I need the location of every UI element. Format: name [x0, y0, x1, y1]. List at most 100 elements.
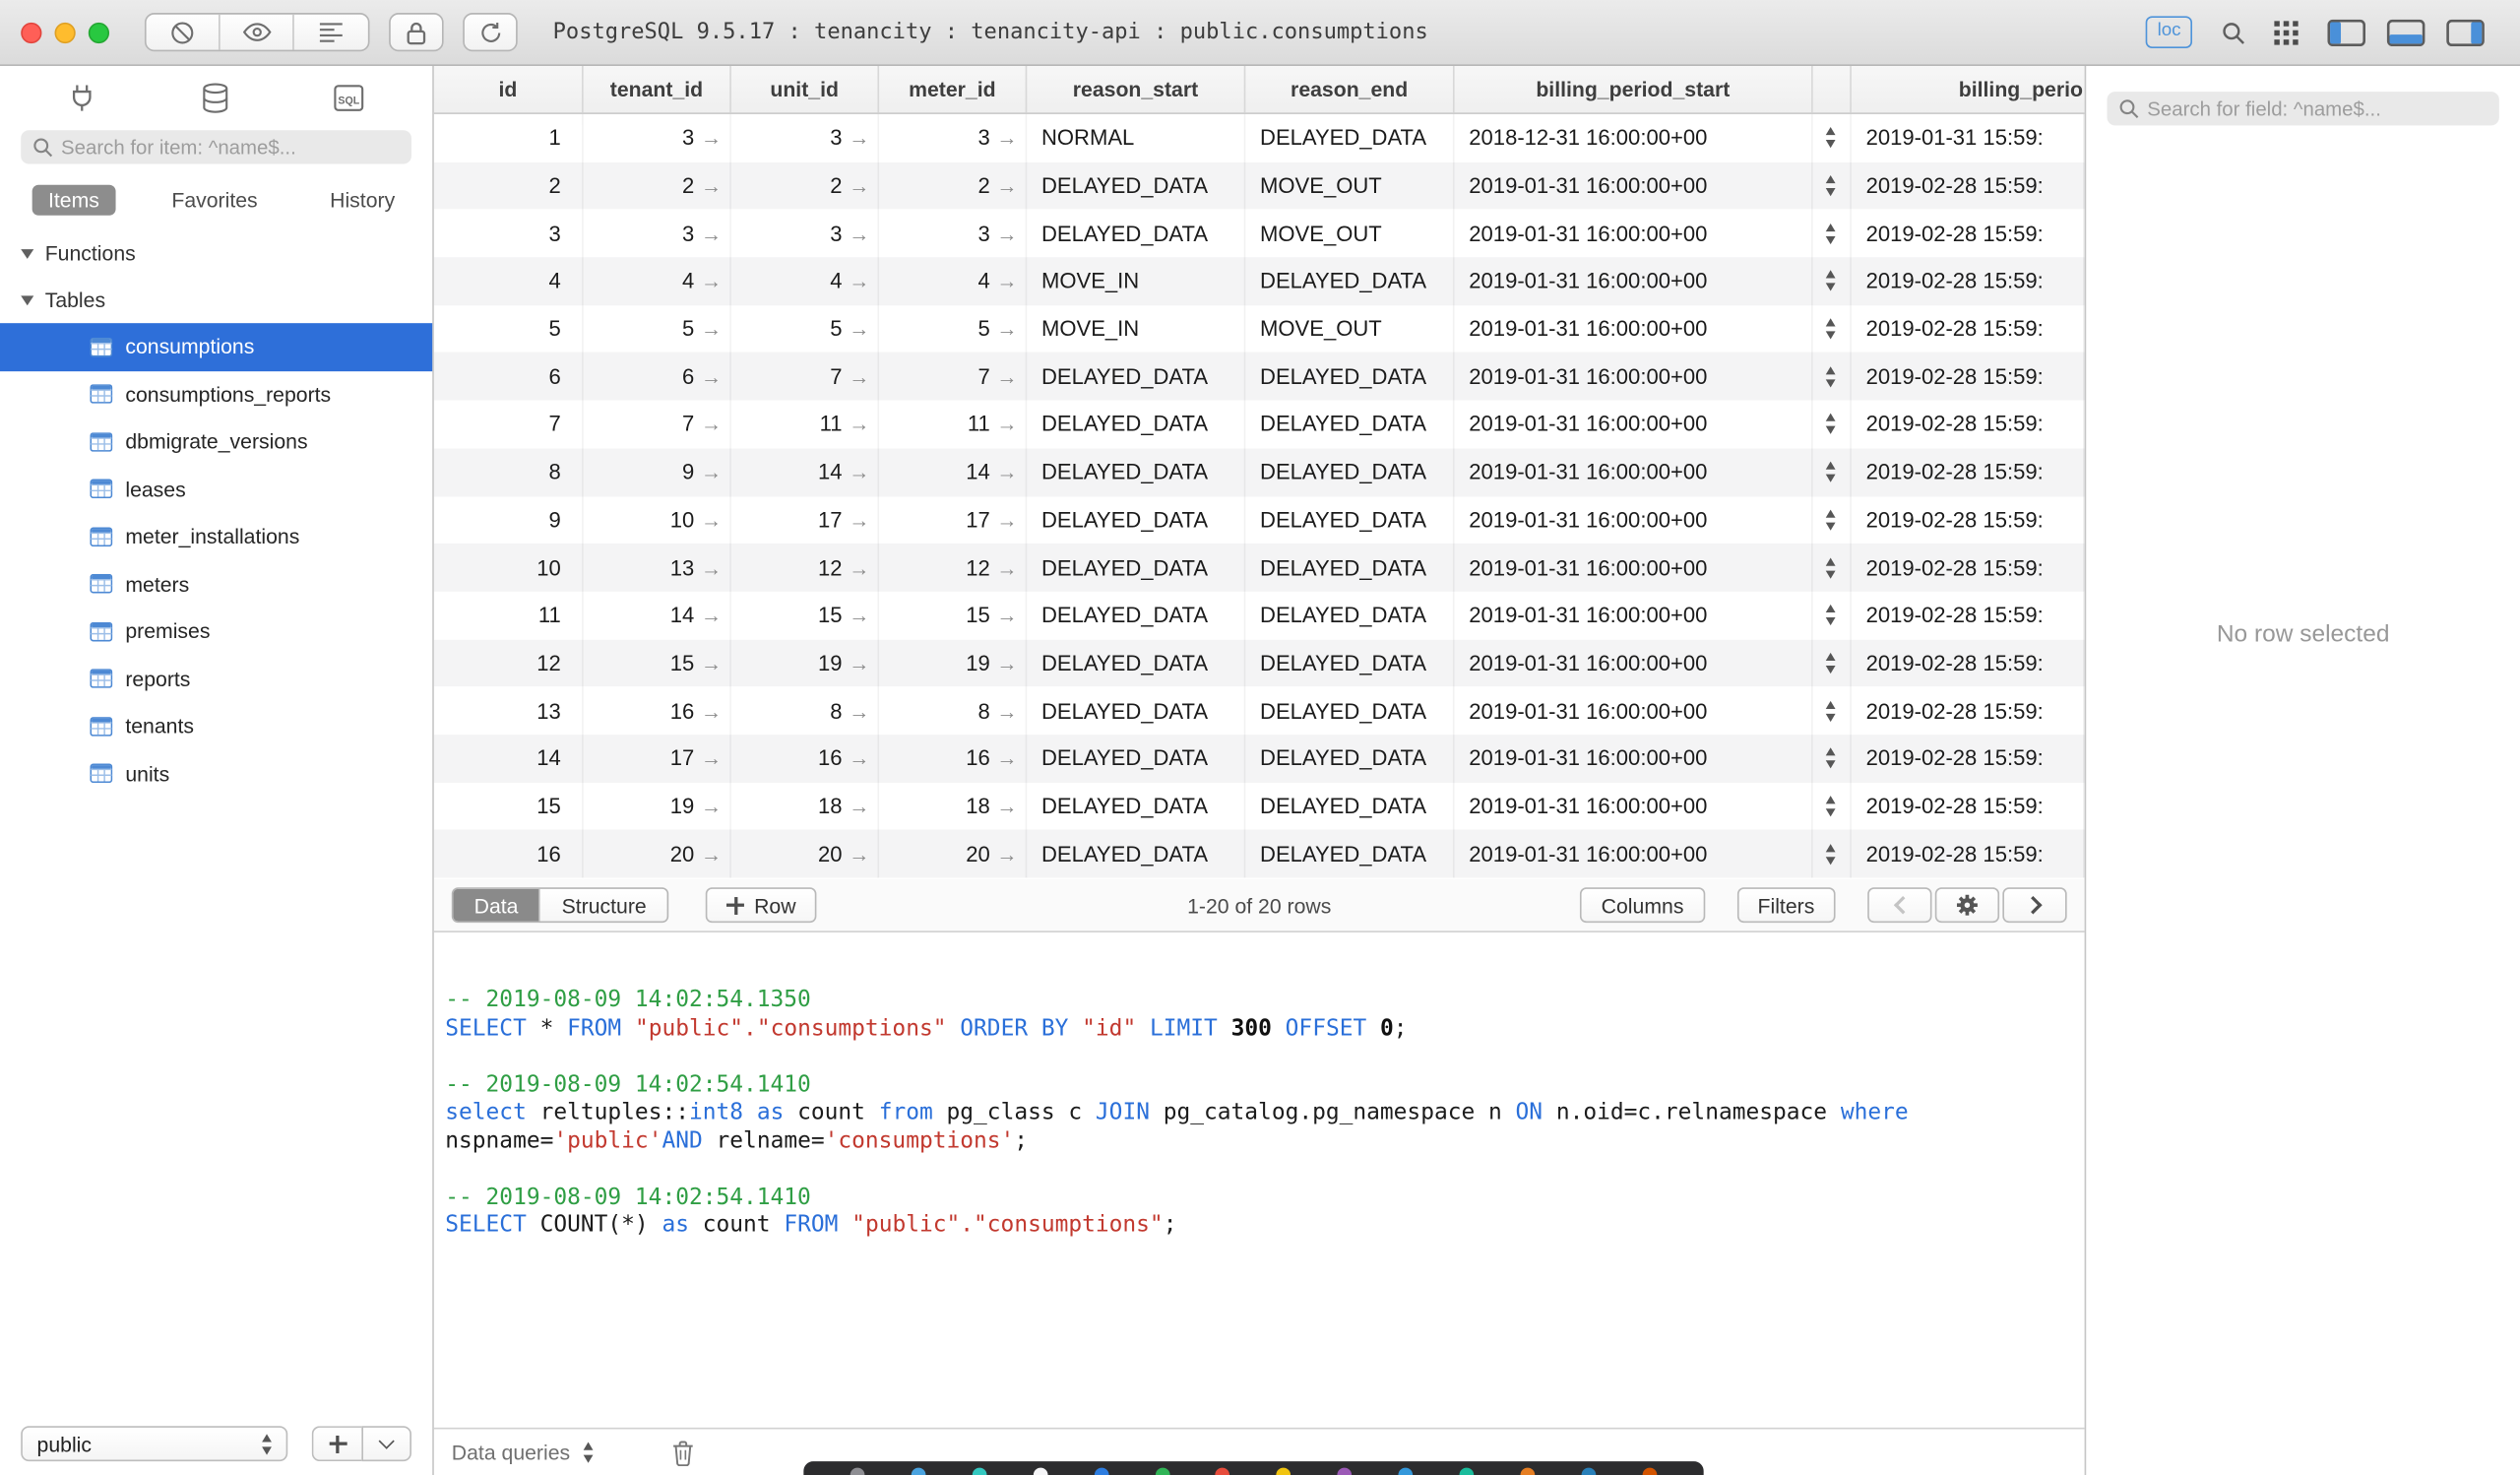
cell-reason-end[interactable]: DELAYED_DATA	[1245, 544, 1455, 592]
fk-arrow-icon[interactable]: →	[996, 317, 1017, 341]
sidebar-search[interactable]	[21, 130, 411, 164]
dock-app-icon[interactable]	[1581, 1466, 1597, 1475]
cell-billing-period-start[interactable]: 2019-01-31 16:00:00+00	[1455, 209, 1813, 258]
more-actions-button[interactable]	[361, 1426, 411, 1462]
cell-reason-end[interactable]: DELAYED_DATA	[1245, 735, 1455, 783]
sidebar-table-dbmigrate_versions[interactable]: dbmigrate_versions	[0, 418, 432, 466]
cell-billing-period-end[interactable]: 2019-02-28 15:59:	[1852, 782, 2085, 830]
cell-meter-id[interactable]: 19 →	[879, 639, 1028, 687]
data-queries-label[interactable]: Data queries	[452, 1441, 570, 1464]
cell-meter-id[interactable]: 8 →	[879, 686, 1028, 736]
fk-arrow-icon[interactable]: →	[701, 460, 722, 483]
cell-billing-period-start[interactable]: 2019-01-31 16:00:00+00	[1455, 400, 1813, 449]
cell-reason-end[interactable]: DELAYED_DATA	[1245, 353, 1455, 401]
fk-arrow-icon[interactable]: →	[996, 222, 1017, 245]
cell-reason-start[interactable]: DELAYED_DATA	[1027, 639, 1246, 687]
field-search-input[interactable]	[2147, 96, 2488, 120]
fk-arrow-icon[interactable]: →	[849, 604, 869, 627]
stepper-icon[interactable]	[1824, 508, 1839, 532]
fk-arrow-icon[interactable]: →	[849, 317, 869, 341]
filters-button[interactable]: Filters	[1736, 887, 1836, 924]
section-tables[interactable]: Tables	[0, 277, 432, 323]
fk-arrow-icon[interactable]: →	[849, 651, 869, 674]
add-row-button[interactable]: Row	[706, 887, 817, 924]
fk-arrow-icon[interactable]: →	[849, 508, 869, 532]
cell-meter-id[interactable]: 18 →	[879, 782, 1028, 830]
fk-arrow-icon[interactable]: →	[849, 413, 869, 436]
stepper-icon[interactable]	[1824, 413, 1839, 436]
dock-app-icon[interactable]	[850, 1466, 865, 1475]
minimize-window-button[interactable]	[54, 22, 76, 43]
cell-billing-period-end[interactable]: 2019-02-28 15:59:	[1852, 735, 2085, 783]
fk-arrow-icon[interactable]: →	[701, 173, 722, 197]
sidebar-table-leases[interactable]: leases	[0, 466, 432, 513]
cell-meter-id[interactable]: 2 →	[879, 161, 1028, 210]
dock-app-icon[interactable]	[1642, 1466, 1658, 1475]
cell-reason-start[interactable]: DELAYED_DATA	[1027, 735, 1246, 783]
cell-reason-start[interactable]: DELAYED_DATA	[1027, 353, 1246, 401]
fk-arrow-icon[interactable]: →	[849, 126, 869, 150]
cell-tenant-id[interactable]: 10 →	[584, 495, 731, 545]
cell-meter-id[interactable]: 3 →	[879, 113, 1028, 162]
add-item-button[interactable]	[311, 1426, 362, 1462]
dock-app-icon[interactable]	[1094, 1466, 1108, 1475]
cell-tenant-id[interactable]: 14 →	[584, 591, 731, 640]
cell-id[interactable]: 10	[434, 544, 584, 592]
cell-reason-start[interactable]: DELAYED_DATA	[1027, 400, 1246, 449]
section-functions[interactable]: Functions	[0, 229, 432, 276]
cell-meter-id[interactable]: 16 →	[879, 735, 1028, 783]
cell-meter-id[interactable]: 20 →	[879, 829, 1028, 878]
fk-arrow-icon[interactable]: →	[996, 604, 1017, 627]
cell-meter-id[interactable]: 11 →	[879, 400, 1028, 449]
connections-icon[interactable]	[68, 82, 96, 114]
cell-billing-period-end[interactable]: 2019-02-28 15:59:	[1852, 591, 2085, 640]
cell-meter-id[interactable]: 7 →	[879, 353, 1028, 401]
cell-datetime-stepper[interactable]	[1813, 829, 1852, 878]
dock-app-icon[interactable]	[1033, 1466, 1048, 1475]
cell-unit-id[interactable]: 3 →	[731, 209, 880, 258]
toggle-left-panel-button[interactable]	[2327, 19, 2366, 46]
columns-button[interactable]: Columns	[1580, 887, 1705, 924]
stepper-icon[interactable]	[582, 1441, 597, 1464]
cell-meter-id[interactable]: 5 →	[879, 304, 1028, 353]
cell-datetime-stepper[interactable]	[1813, 591, 1852, 640]
column-header-reason-start[interactable]: reason_start	[1027, 65, 1246, 113]
cell-datetime-stepper[interactable]	[1813, 353, 1852, 401]
cell-reason-start[interactable]: DELAYED_DATA	[1027, 448, 1246, 496]
fk-arrow-icon[interactable]: →	[996, 842, 1017, 866]
cell-datetime-stepper[interactable]	[1813, 686, 1852, 736]
column-header-reason-end[interactable]: reason_end	[1245, 65, 1455, 113]
cell-id[interactable]: 9	[434, 495, 584, 545]
fk-arrow-icon[interactable]: →	[701, 795, 722, 818]
fk-arrow-icon[interactable]: →	[849, 555, 869, 579]
cell-unit-id[interactable]: 12 →	[731, 544, 880, 592]
cell-billing-period-end[interactable]: 2019-02-28 15:59:	[1852, 829, 2085, 878]
cell-reason-start[interactable]: DELAYED_DATA	[1027, 829, 1246, 878]
cell-id[interactable]: 12	[434, 639, 584, 687]
cell-reason-start[interactable]: DELAYED_DATA	[1027, 591, 1246, 640]
fk-arrow-icon[interactable]: →	[849, 269, 869, 292]
cell-tenant-id[interactable]: 19 →	[584, 782, 731, 830]
column-header-billing-period-start[interactable]: billing_period_start	[1455, 65, 1813, 113]
sidebar-table-meters[interactable]: meters	[0, 560, 432, 608]
next-page-button[interactable]	[2002, 887, 2067, 924]
fk-arrow-icon[interactable]: →	[701, 508, 722, 532]
fk-arrow-icon[interactable]: →	[996, 126, 1017, 150]
cell-billing-period-end[interactable]: 2019-02-28 15:59:	[1852, 209, 2085, 258]
cell-id[interactable]: 15	[434, 782, 584, 830]
cell-billing-period-start[interactable]: 2019-01-31 16:00:00+00	[1455, 639, 1813, 687]
cell-reason-start[interactable]: DELAYED_DATA	[1027, 161, 1246, 210]
fk-arrow-icon[interactable]: →	[849, 699, 869, 723]
cell-tenant-id[interactable]: 20 →	[584, 829, 731, 878]
stepper-icon[interactable]	[1824, 269, 1839, 292]
cell-reason-start[interactable]: DELAYED_DATA	[1027, 686, 1246, 736]
fk-arrow-icon[interactable]: →	[996, 699, 1017, 723]
cell-reason-end[interactable]: DELAYED_DATA	[1245, 495, 1455, 545]
fk-arrow-icon[interactable]: →	[701, 126, 722, 150]
cell-unit-id[interactable]: 2 →	[731, 161, 880, 210]
refresh-button[interactable]	[463, 13, 518, 52]
tab-data[interactable]: Data	[453, 888, 541, 922]
table-row[interactable]: 2 2 → 2 → 2 → DELAYED_DATA MOVE_OUT 2019-01-31 16…	[433, 161, 2085, 210]
cell-tenant-id[interactable]: 15 →	[584, 639, 731, 687]
cell-billing-period-end[interactable]: 2019-02-28 15:59:	[1852, 161, 2085, 210]
